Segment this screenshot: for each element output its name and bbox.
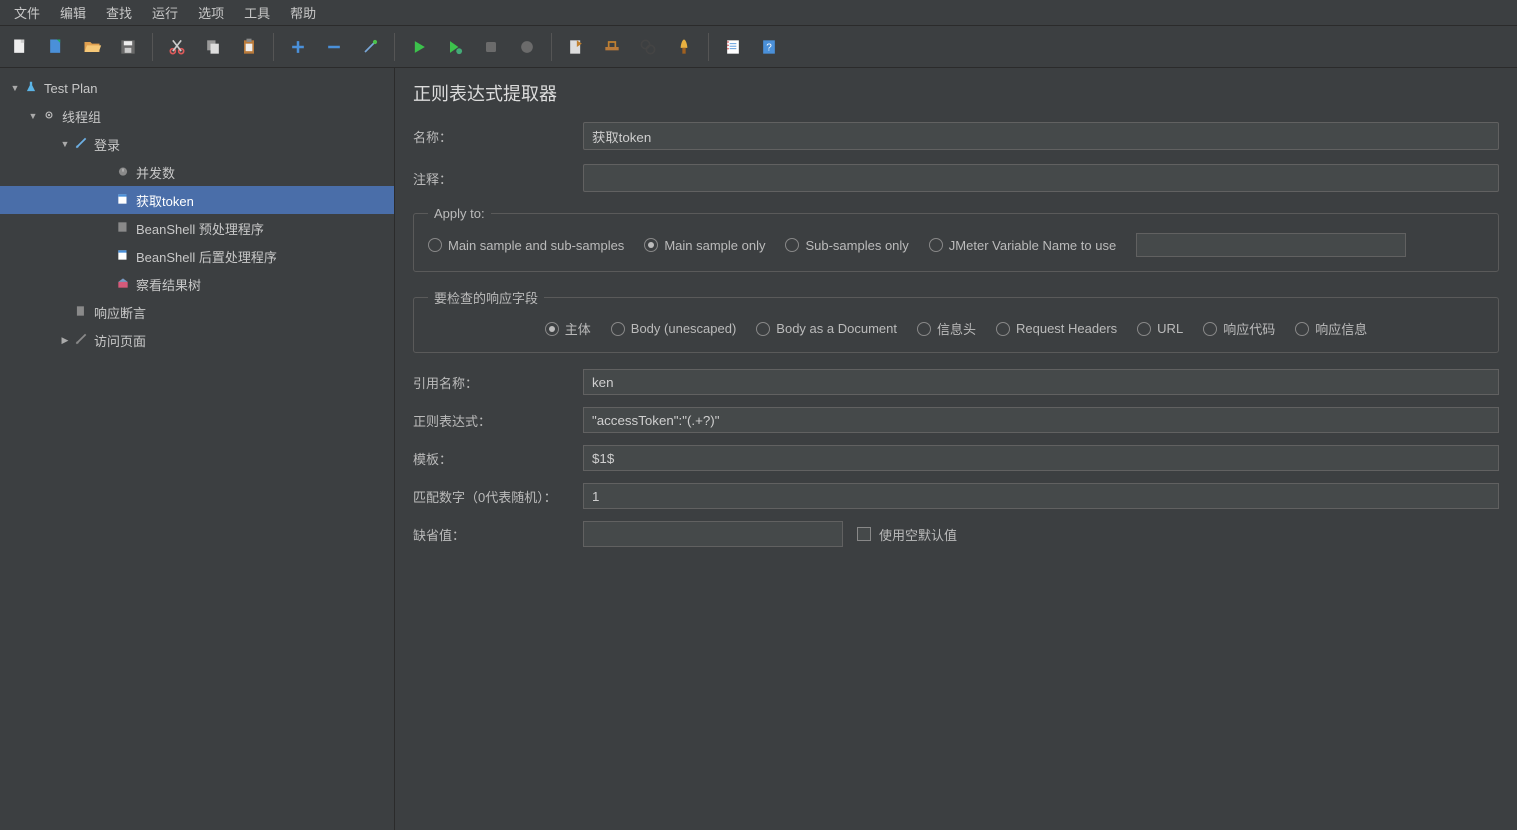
radio-response-message[interactable]: 响应信息 — [1295, 319, 1367, 338]
gear-icon — [40, 108, 58, 125]
radio-url[interactable]: URL — [1137, 321, 1183, 336]
tree-label: 响应断言 — [94, 303, 146, 322]
response-field-legend: 要检查的响应字段 — [428, 288, 544, 307]
tree-label: Test Plan — [44, 81, 97, 96]
menu-options[interactable]: 选项 — [188, 0, 234, 26]
search-icon[interactable] — [632, 31, 664, 63]
config-panel: 正则表达式提取器 名称： 注释： Apply to: Main sample a… — [395, 68, 1517, 830]
tree-response-assertion[interactable]: 响应断言 — [0, 298, 394, 326]
tree-label: 获取token — [136, 191, 194, 210]
menu-tools[interactable]: 工具 — [234, 0, 280, 26]
input-template[interactable] — [583, 445, 1499, 471]
apply-to-legend: Apply to: — [428, 206, 491, 221]
tree-label: 线程组 — [62, 107, 101, 126]
extractor-icon — [114, 192, 132, 209]
response-field-fieldset: 要检查的响应字段 主体 Body (unescaped) Body as a D… — [413, 288, 1499, 353]
tree-label: 访问页面 — [94, 331, 146, 350]
input-comment[interactable] — [583, 164, 1499, 192]
sampler-icon — [72, 136, 90, 153]
label-regex: 正则表达式： — [413, 411, 583, 430]
run-no-pause-icon[interactable] — [439, 31, 471, 63]
save-icon[interactable] — [112, 31, 144, 63]
svg-text:?: ? — [766, 42, 772, 53]
results-tree-icon — [114, 276, 132, 293]
input-default-val[interactable] — [583, 521, 843, 547]
input-name[interactable] — [583, 122, 1499, 150]
radio-body-document[interactable]: Body as a Document — [756, 321, 897, 336]
minus-icon[interactable] — [318, 31, 350, 63]
radio-main-and-sub[interactable]: Main sample and sub-samples — [428, 238, 624, 253]
tree-label: 察看结果树 — [136, 275, 201, 294]
label-use-empty: 使用空默认值 — [879, 525, 957, 544]
wand-icon[interactable] — [354, 31, 386, 63]
tree-label: 并发数 — [136, 163, 175, 182]
cut-icon[interactable] — [161, 31, 193, 63]
run-icon[interactable] — [403, 31, 435, 63]
radio-headers[interactable]: 信息头 — [917, 319, 976, 338]
copy-icon[interactable] — [197, 31, 229, 63]
tree-label: BeanShell 预处理程序 — [136, 219, 264, 238]
tree-panel[interactable]: ▼ Test Plan ▼ 线程组 ▼ 登录 并发数 — [0, 68, 395, 830]
plus-icon[interactable] — [282, 31, 314, 63]
input-ref-name[interactable] — [583, 369, 1499, 395]
radio-body-unescaped[interactable]: Body (unescaped) — [611, 321, 737, 336]
new-file-icon[interactable] — [4, 31, 36, 63]
paste-icon[interactable] — [233, 31, 265, 63]
panel-title: 正则表达式提取器 — [413, 80, 1499, 106]
radio-jmeter-var[interactable]: JMeter Variable Name to use — [929, 238, 1116, 253]
apply-to-fieldset: Apply to: Main sample and sub-samples Ma… — [413, 206, 1499, 272]
label-template: 模板： — [413, 449, 583, 468]
tree-visit-page[interactable]: ▶ 访问页面 — [0, 326, 394, 354]
postprocessor-icon — [114, 248, 132, 265]
notes-icon[interactable] — [717, 31, 749, 63]
radio-response-code[interactable]: 响应代码 — [1203, 319, 1275, 338]
tree-thread-group[interactable]: ▼ 线程组 — [0, 102, 394, 130]
menu-search[interactable]: 查找 — [96, 0, 142, 26]
tree-beanshell-pre[interactable]: BeanShell 预处理程序 — [0, 214, 394, 242]
label-match-no: 匹配数字（0代表随机）： — [413, 487, 583, 506]
tree-label: 登录 — [94, 135, 120, 154]
tree-login[interactable]: ▼ 登录 — [0, 130, 394, 158]
stop-icon[interactable] — [475, 31, 507, 63]
tree-concurrent[interactable]: 并发数 — [0, 158, 394, 186]
menu-edit[interactable]: 编辑 — [50, 0, 96, 26]
toolbar: ? — [0, 26, 1517, 68]
shutdown-icon[interactable] — [511, 31, 543, 63]
radio-sub-only[interactable]: Sub-samples only — [785, 238, 908, 253]
label-ref-name: 引用名称： — [413, 373, 583, 392]
preprocessor-icon — [114, 220, 132, 237]
radio-request-headers[interactable]: Request Headers — [996, 321, 1117, 336]
open-file-icon[interactable] — [76, 31, 108, 63]
tree-test-plan[interactable]: ▼ Test Plan — [0, 74, 394, 102]
input-regex[interactable] — [583, 407, 1499, 433]
menu-run[interactable]: 运行 — [142, 0, 188, 26]
sampler-icon — [72, 332, 90, 349]
template-icon[interactable] — [40, 31, 72, 63]
clear-all-icon[interactable] — [596, 31, 628, 63]
tree-label: BeanShell 后置处理程序 — [136, 247, 277, 266]
tree-beanshell-post[interactable]: BeanShell 后置处理程序 — [0, 242, 394, 270]
label-default-val: 缺省值： — [413, 525, 583, 544]
tree-view-results[interactable]: 察看结果树 — [0, 270, 394, 298]
label-comment: 注释： — [413, 169, 583, 188]
label-name: 名称： — [413, 127, 583, 146]
input-jmeter-var[interactable] — [1136, 233, 1406, 257]
clear-icon[interactable] — [560, 31, 592, 63]
flask-icon — [22, 80, 40, 97]
help-icon[interactable]: ? — [753, 31, 785, 63]
tree-get-token[interactable]: 获取token — [0, 186, 394, 214]
timer-icon — [114, 164, 132, 181]
function-helper-icon[interactable] — [668, 31, 700, 63]
input-match-no[interactable] — [583, 483, 1499, 509]
checkbox-use-empty[interactable] — [857, 527, 871, 541]
radio-body[interactable]: 主体 — [545, 319, 591, 338]
menu-help[interactable]: 帮助 — [280, 0, 326, 26]
radio-main-only[interactable]: Main sample only — [644, 238, 765, 253]
assertion-icon — [72, 304, 90, 321]
menu-file[interactable]: 文件 — [4, 0, 50, 26]
menu-bar: 文件 编辑 查找 运行 选项 工具 帮助 — [0, 0, 1517, 26]
